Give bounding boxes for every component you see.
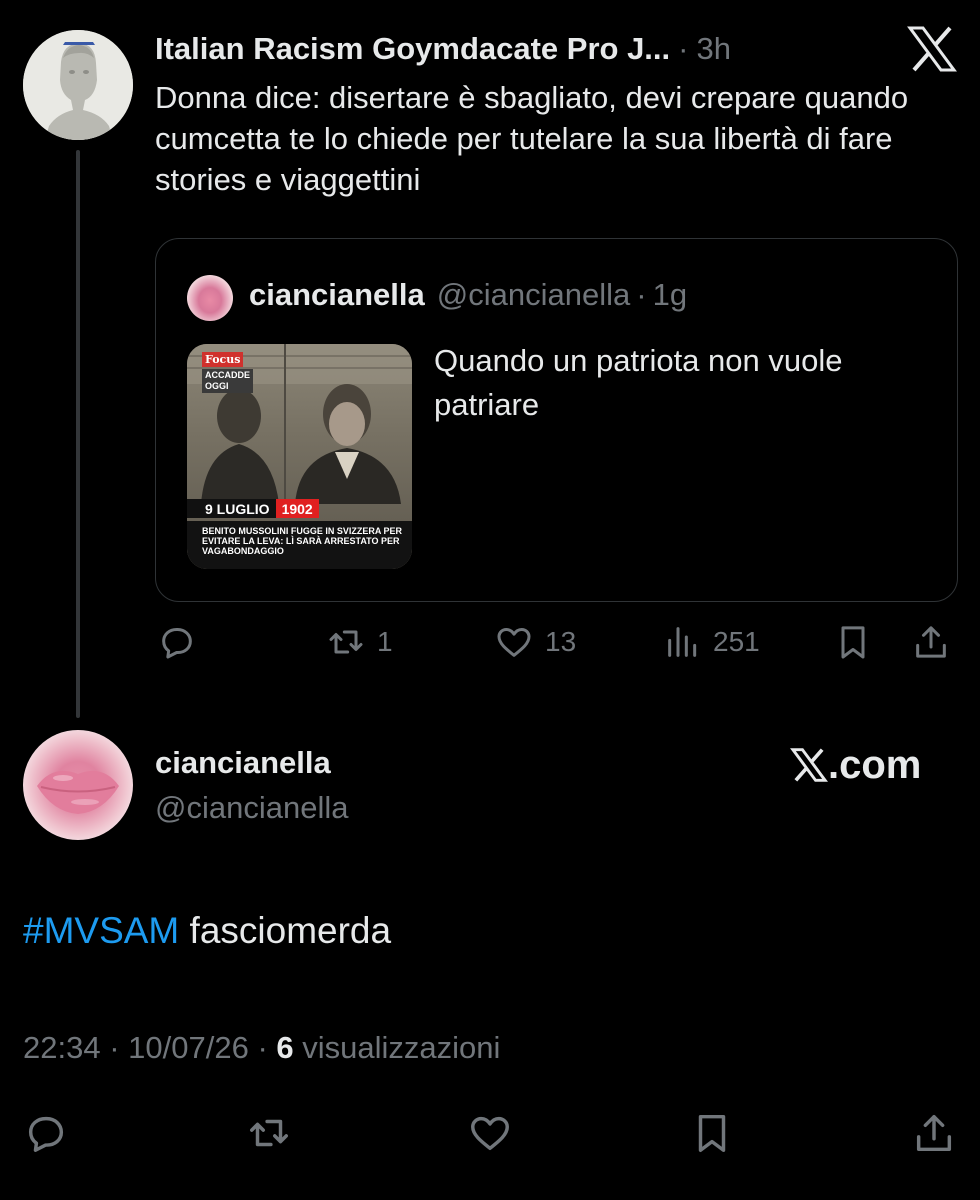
lips-avatar-icon bbox=[37, 770, 119, 814]
quoted-tweet-card[interactable]: ciancianella @ciancianella · 1g Focus AC… bbox=[155, 238, 958, 602]
quoted-tweet-image[interactable]: Focus ACCADDE OGGI 9 LUGLIO 1902 BENITO … bbox=[187, 344, 412, 569]
bookmark-icon bbox=[841, 626, 865, 659]
image-caption: BENITO MUSSOLINI FUGGE IN SVIZZERA PER E… bbox=[202, 526, 403, 556]
separator-dot: · bbox=[257, 1030, 268, 1065]
reply-author-avatar[interactable] bbox=[23, 730, 133, 840]
hashtag-link[interactable]: #MVSAM bbox=[23, 910, 179, 951]
share-icon bbox=[916, 626, 946, 658]
quoted-author-handle: @ciancianella bbox=[436, 277, 631, 312]
reply-text-body: fasciomerda bbox=[179, 910, 392, 951]
bookmark-button[interactable] bbox=[689, 1110, 735, 1156]
retweet-count: 1 bbox=[377, 626, 393, 657]
retweet-button[interactable] bbox=[245, 1110, 293, 1156]
parent-author-name[interactable]: Italian Racism Goymdacate Pro J... bbox=[155, 31, 670, 67]
views-count: 251 bbox=[713, 626, 760, 657]
retweet-icon bbox=[250, 1119, 288, 1147]
reply-tweet-meta: 22:34 · 10/07/26 · 6 visualizzazioni bbox=[23, 1030, 500, 1066]
parent-author-avatar[interactable] bbox=[23, 30, 133, 140]
focus-badge: Focus bbox=[202, 352, 244, 367]
bookmark-icon bbox=[698, 1114, 726, 1152]
reply-date[interactable]: 10/07/26 bbox=[128, 1030, 249, 1065]
reply-views-label: visualizzazioni bbox=[302, 1030, 501, 1065]
parent-tweet-header: Italian Racism Goymdacate Pro J... · 3h bbox=[155, 28, 731, 70]
reply-icon bbox=[162, 628, 192, 659]
heart-icon bbox=[497, 628, 531, 657]
x-logo-icon bbox=[906, 26, 958, 72]
views-button[interactable]: 251 bbox=[663, 622, 760, 662]
parent-tweet-text: Donna dice: disertare è sbagliato, devi … bbox=[155, 80, 909, 197]
accadde-oggi-label: ACCADDE OGGI bbox=[202, 369, 253, 393]
reply-views-count: 6 bbox=[276, 1030, 294, 1065]
retweet-button[interactable]: 1 bbox=[325, 622, 393, 662]
reply-author-name[interactable]: ciancianella bbox=[155, 745, 331, 781]
like-button[interactable]: 13 bbox=[493, 622, 576, 662]
reply-button[interactable] bbox=[157, 622, 207, 662]
views-chart-icon bbox=[668, 627, 697, 657]
reply-author-handle[interactable]: @ciancianella bbox=[155, 790, 348, 826]
share-icon bbox=[916, 1114, 952, 1152]
heart-icon bbox=[471, 1116, 509, 1151]
reply-button[interactable] bbox=[23, 1110, 69, 1156]
retweet-icon bbox=[329, 630, 363, 654]
share-button[interactable] bbox=[911, 622, 951, 662]
parent-tweet-actions: 1 13 251 bbox=[155, 622, 955, 666]
thread-connector-line bbox=[76, 150, 80, 718]
reply-tweet-text: #MVSAM fasciomerda bbox=[23, 910, 391, 952]
reply-icon bbox=[28, 1116, 64, 1152]
separator-dot: · bbox=[109, 1030, 120, 1065]
x-com-source: .com bbox=[790, 742, 935, 788]
bust-statue-avatar-icon bbox=[23, 30, 133, 140]
parent-tweet-time[interactable]: 3h bbox=[696, 31, 730, 67]
x-logo-icon bbox=[790, 748, 828, 782]
like-count: 13 bbox=[545, 626, 577, 657]
quoted-author-name: ciancianella bbox=[249, 277, 425, 312]
share-button[interactable] bbox=[911, 1110, 957, 1156]
reply-time[interactable]: 22:34 bbox=[23, 1030, 101, 1065]
quoted-tweet-text: Quando un patriota non vuole patriare bbox=[434, 343, 843, 423]
bookmark-button[interactable] bbox=[833, 622, 873, 662]
quoted-tweet-header: ciancianella @ciancianella · 1g bbox=[249, 277, 687, 313]
reply-tweet-actions bbox=[23, 1110, 958, 1156]
quoted-author-avatar bbox=[187, 275, 233, 321]
image-date: 9 LUGLIO 1902 bbox=[187, 499, 319, 518]
x-com-label: .com bbox=[828, 742, 922, 787]
separator-dot: · bbox=[636, 277, 647, 312]
like-button[interactable] bbox=[466, 1110, 514, 1156]
quoted-tweet-time: 1g bbox=[652, 277, 688, 312]
separator-dot: · bbox=[678, 31, 689, 66]
